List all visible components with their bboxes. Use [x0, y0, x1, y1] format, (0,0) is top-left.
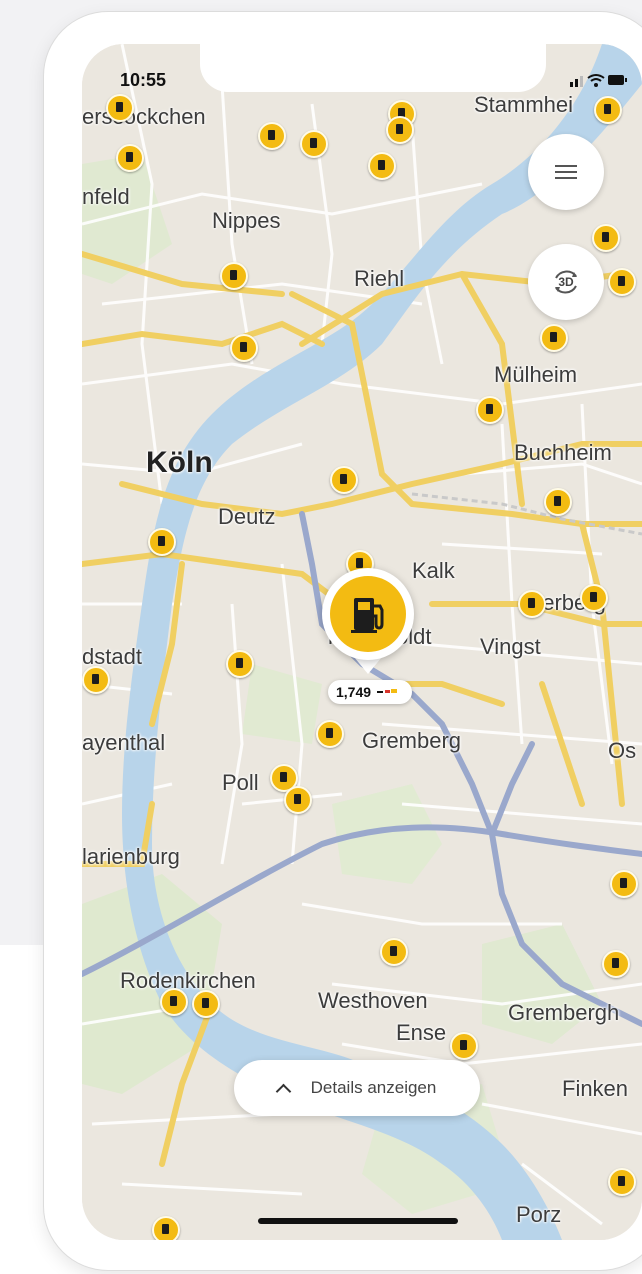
place-label-kalk: Kalk [412, 558, 455, 583]
gas-station-marker[interactable] [608, 268, 636, 296]
place-label-ostheim: Os [608, 738, 637, 763]
status-icons [568, 72, 628, 93]
gas-station-marker[interactable] [544, 488, 572, 516]
place-label-buchheim: Buchheim [514, 440, 612, 465]
place-label-marienburg: larienburg [82, 844, 180, 869]
gas-station-marker[interactable] [330, 466, 358, 494]
gas-station-marker[interactable] [518, 590, 546, 618]
map-screen[interactable]: 10:55 Stammhei ersɞockchen nfeld Nippes … [82, 44, 642, 1240]
gas-station-marker[interactable] [368, 152, 396, 180]
signal-icon [570, 76, 583, 87]
place-label-feld: nfeld [82, 184, 130, 209]
gas-station-marker[interactable] [160, 988, 188, 1016]
place-label-merkenich: ersɞockchen [82, 104, 206, 129]
gas-station-marker[interactable] [230, 334, 258, 362]
price-trend-icon [377, 689, 398, 693]
gas-station-marker[interactable] [148, 528, 176, 556]
place-label-finkenberg: Finken [562, 1076, 629, 1101]
place-label-porz: Porz [516, 1202, 562, 1227]
gas-station-marker[interactable] [300, 130, 328, 158]
place-label-riehl: Riehl [354, 266, 405, 291]
place-label-gremberghoven: Grembergh [508, 1000, 620, 1025]
selected-station-price[interactable]: 1,749 [328, 680, 412, 704]
place-label-bayenthal: ayenthal [82, 730, 166, 755]
gas-station-marker[interactable] [450, 1032, 478, 1060]
gas-station-marker[interactable] [476, 396, 504, 424]
place-label-vingst: Vingst [480, 634, 541, 659]
status-time: 10:55 [120, 70, 167, 90]
place-label-muelheim: Mülheim [494, 362, 578, 387]
wifi-icon [587, 74, 605, 87]
gas-station-marker[interactable] [152, 1216, 180, 1240]
device-notch [200, 44, 546, 92]
place-label-nippes: Nippes [212, 208, 281, 233]
gas-station-marker[interactable] [116, 144, 144, 172]
gas-station-marker[interactable] [226, 650, 254, 678]
place-label-rodenkirchen: Rodenkirchen [120, 968, 256, 993]
place-label-westhoven: Westhoven [318, 988, 428, 1013]
gas-station-marker[interactable] [192, 990, 220, 1018]
gas-station-marker[interactable] [380, 938, 408, 966]
gas-station-marker[interactable] [106, 94, 134, 122]
place-label-stammheim: Stammhei [474, 92, 574, 117]
place-label-poll: Poll [222, 770, 259, 795]
selected-station-marker[interactable] [322, 568, 414, 660]
place-label-koeln: Köln [146, 446, 213, 479]
menu-button[interactable] [528, 134, 604, 210]
gas-station-marker[interactable] [540, 324, 568, 352]
place-label-gremberg: Gremberg [362, 728, 462, 753]
gas-station-marker[interactable] [220, 262, 248, 290]
details-button-label: Details anzeigen [310, 1078, 437, 1097]
place-label-ensen: Ense [396, 1020, 447, 1045]
gas-station-marker[interactable] [258, 122, 286, 150]
gas-station-marker[interactable] [602, 950, 630, 978]
gas-station-marker[interactable] [608, 1168, 636, 1196]
price-value: 1,749 [336, 684, 372, 700]
gas-station-marker[interactable] [580, 584, 608, 612]
gas-station-marker[interactable] [284, 786, 312, 814]
details-button[interactable]: Details anzeigen [234, 1060, 480, 1116]
gas-station-marker[interactable] [386, 116, 414, 144]
menu-icon [555, 165, 577, 179]
place-label-deutz: Deutz [218, 504, 276, 529]
chevron-up-icon [275, 1083, 291, 1099]
home-indicator[interactable] [258, 1218, 458, 1224]
selected-station-fill [330, 576, 406, 652]
gas-station-marker[interactable] [610, 870, 638, 898]
gas-station-marker[interactable] [592, 224, 620, 252]
3d-view-button[interactable]: 3D [528, 244, 604, 320]
gas-station-marker[interactable] [316, 720, 344, 748]
gas-station-marker[interactable] [594, 96, 622, 124]
battery-icon [608, 75, 627, 85]
fuel-pump-icon [351, 598, 384, 633]
rotate-3d-icon [555, 270, 577, 294]
gas-station-marker[interactable] [82, 666, 110, 694]
